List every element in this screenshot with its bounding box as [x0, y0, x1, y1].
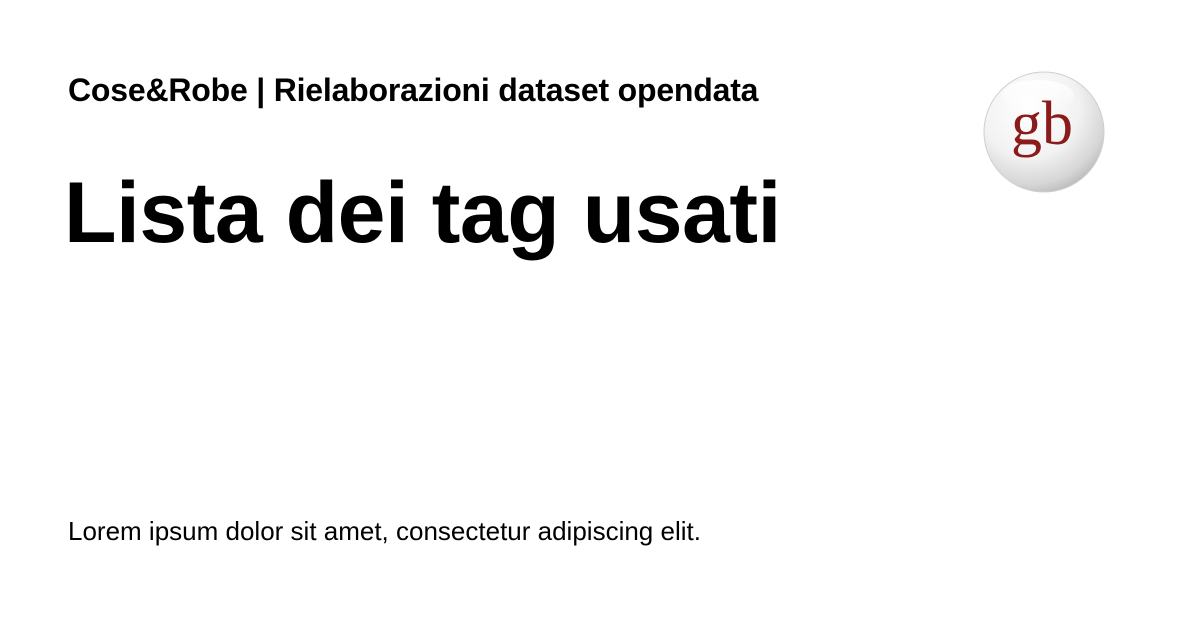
page-description: Lorem ipsum dolor sit amet, consectetur … — [68, 516, 701, 546]
page-title: Lista dei tag usati — [64, 165, 781, 261]
logo-text: gb — [1011, 90, 1073, 158]
site-title: Cose&Robe | Rielaborazioni dataset opend… — [68, 72, 759, 108]
og-card: Cose&Robe | Rielaborazioni dataset opend… — [0, 0, 1200, 630]
gb-logo-icon: gb — [978, 66, 1110, 196]
